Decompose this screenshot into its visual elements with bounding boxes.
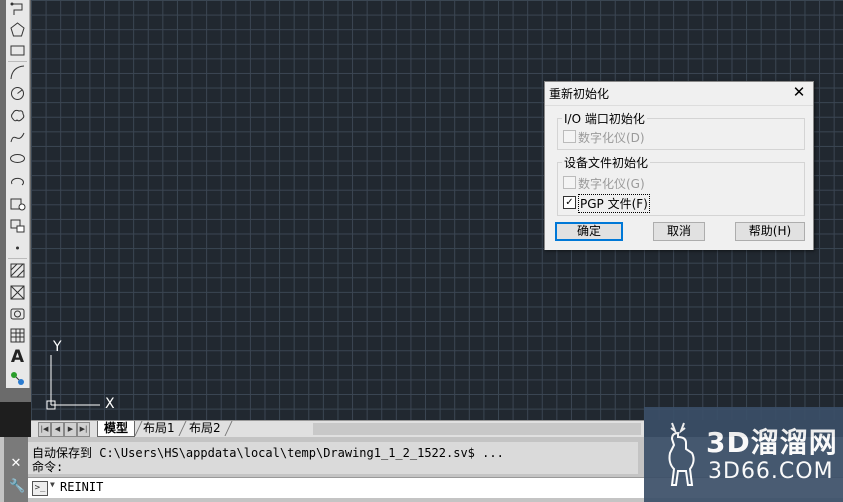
- add-selected-icon[interactable]: [8, 369, 27, 388]
- multiline-text-icon[interactable]: A: [8, 348, 27, 367]
- draw-toolbar: A: [0, 0, 31, 402]
- make-block-icon[interactable]: [8, 216, 27, 235]
- watermark-domain: 3D66.COM: [708, 459, 834, 484]
- dialog-title: 重新初始化: [549, 87, 610, 101]
- ok-button[interactable]: 确定: [555, 222, 623, 241]
- tab-model[interactable]: 模型: [97, 421, 136, 437]
- table-icon[interactable]: [8, 326, 27, 345]
- insert-block-icon[interactable]: [8, 194, 27, 213]
- close-icon[interactable]: ✕: [9, 457, 23, 471]
- arc-icon[interactable]: [8, 63, 27, 82]
- watermark: 3D溜溜网 3D66.COM: [644, 407, 843, 502]
- device-digitizer-label: 数字化仪(G): [578, 177, 645, 191]
- tab-layout2[interactable]: 布局2: [183, 421, 227, 436]
- io-digitizer-checkbox[interactable]: [563, 130, 576, 143]
- layout-tab-bar: |◀ ◀ ▶ ▶| 模型 布局1 布局2: [31, 420, 644, 437]
- command-history-line: 自动保存到 C:\Users\HS\appdata\local\temp\Dra…: [32, 446, 504, 460]
- chevron-down-icon[interactable]: ▼: [50, 480, 55, 489]
- toolbar-separator: [8, 61, 27, 62]
- command-prompt-icon[interactable]: >_: [32, 481, 48, 496]
- command-input-value: REINIT: [60, 480, 104, 494]
- io-digitizer-label: 数字化仪(D): [578, 131, 645, 145]
- spline-icon[interactable]: [8, 128, 27, 147]
- point-icon[interactable]: [8, 238, 27, 257]
- command-window-sidebar: ✕ 🔧: [4, 437, 28, 502]
- cancel-button[interactable]: 取消: [653, 222, 705, 241]
- polygon-icon[interactable]: [8, 20, 27, 39]
- next-tab-button[interactable]: ▶: [64, 422, 77, 437]
- prev-tab-button[interactable]: ◀: [51, 422, 64, 437]
- pgp-file-checkbox[interactable]: ✓: [563, 196, 576, 209]
- first-tab-button[interactable]: |◀: [38, 422, 51, 437]
- horizontal-scrollbar[interactable]: [313, 423, 641, 435]
- ucs-y-label: Y: [52, 339, 62, 355]
- watermark-brand: 3D溜溜网: [706, 426, 838, 459]
- toolbar-separator: [8, 258, 27, 259]
- region-icon[interactable]: [8, 304, 27, 323]
- wrench-icon[interactable]: 🔧: [9, 480, 25, 494]
- circle-icon[interactable]: [8, 84, 27, 103]
- command-history-line: 命令:: [32, 460, 64, 474]
- last-tab-button[interactable]: ▶|: [77, 422, 90, 437]
- reinit-dialog: 重新初始化 ✕ I/O 端口初始化 数字化仪(D) 设备文件初始化 数字化仪(G…: [544, 81, 814, 250]
- ucs-x-label: X: [105, 396, 115, 412]
- command-history: 自动保存到 C:\Users\HS\appdata\local\temp\Dra…: [28, 442, 638, 474]
- io-port-group-label: I/O 端口初始化: [562, 110, 647, 127]
- hatch-icon[interactable]: [8, 261, 27, 280]
- draw-toolbar-panel: A: [6, 0, 30, 388]
- toolbar-footer: [0, 388, 31, 402]
- device-file-group-label: 设备文件初始化: [562, 154, 651, 171]
- close-icon[interactable]: ✕: [791, 84, 807, 100]
- polyline-icon[interactable]: [8, 0, 27, 19]
- pgp-file-label: PGP 文件(F): [578, 194, 650, 213]
- device-digitizer-checkbox[interactable]: [563, 176, 576, 189]
- tab-layout1[interactable]: 布局1: [137, 421, 181, 436]
- ellipse-arc-icon[interactable]: [8, 172, 27, 191]
- gradient-icon[interactable]: [8, 283, 27, 302]
- help-button[interactable]: 帮助(H): [735, 222, 805, 241]
- deer-logo-icon: [668, 422, 695, 486]
- ucs-icon: Y X: [46, 339, 115, 412]
- ellipse-icon[interactable]: [8, 149, 27, 168]
- revision-cloud-icon[interactable]: [8, 106, 27, 125]
- rectangle-icon[interactable]: [8, 41, 27, 60]
